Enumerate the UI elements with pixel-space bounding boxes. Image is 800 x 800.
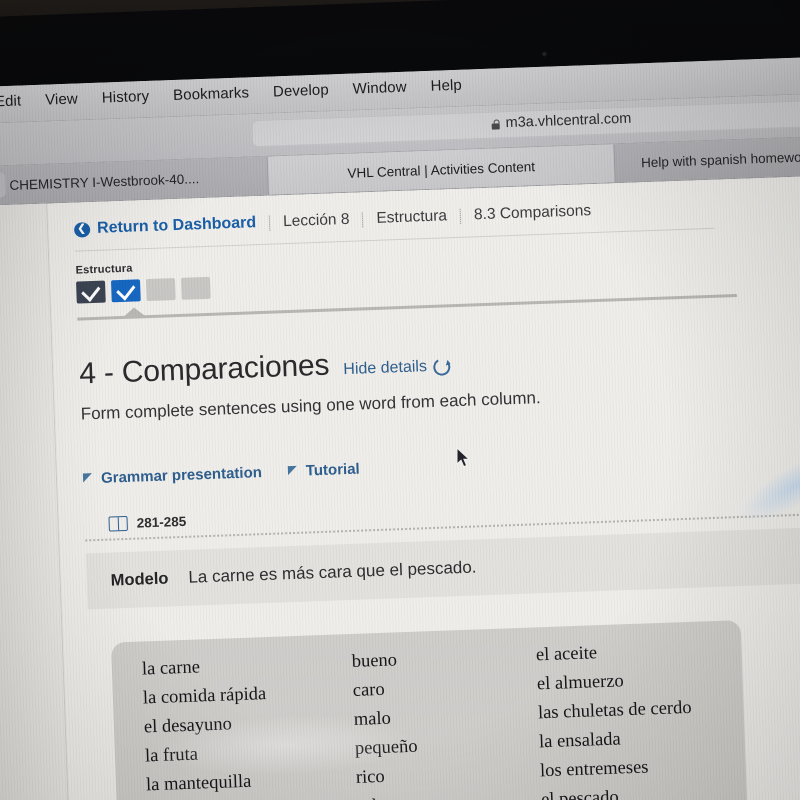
- breadcrumb-separator: [362, 211, 364, 227]
- page-title: 4 - Comparaciones: [78, 348, 330, 391]
- photo-of-laptop-screen: e Edit View History Bookmarks Develop Wi…: [0, 0, 800, 800]
- grammar-presentation-link[interactable]: Grammar presentation: [83, 464, 262, 487]
- return-to-dashboard-link[interactable]: ❮ Return to Dashboard: [73, 214, 257, 239]
- grammar-presentation-label: Grammar presentation: [100, 464, 263, 487]
- progress-step-1[interactable]: [76, 279, 106, 304]
- word-bank: la carne la comida rápida el desayuno la…: [110, 620, 748, 800]
- browser-window: e Edit View History Bookmarks Develop Wi…: [0, 55, 800, 800]
- menu-item-help[interactable]: Help: [430, 77, 462, 95]
- menu-item-develop[interactable]: Develop: [273, 81, 329, 100]
- word-column-1: la carne la comida rápida el desayuno la…: [111, 649, 327, 800]
- page-body: ❮ Return to Dashboard Lección 8 Estructu…: [0, 174, 800, 800]
- tab-help-with-spanish-homework[interactable]: Help with spanish homework: [614, 135, 800, 183]
- check-icon: [116, 278, 136, 301]
- arrow-icon: [288, 466, 299, 477]
- progress-step-4[interactable]: [180, 276, 211, 300]
- sidebar-toggle-button[interactable]: [0, 172, 6, 199]
- breadcrumb-separator: [459, 208, 462, 224]
- tutorial-label: Tutorial: [305, 460, 360, 480]
- word-column-3: el aceite el almuerzo las chuletas de ce…: [505, 634, 747, 800]
- modelo-row: Modelo La carne es más cara que el pesca…: [85, 526, 800, 610]
- menu-item-edit[interactable]: Edit: [0, 92, 22, 110]
- modelo-example-text: La carne es más cara que el pescado.: [188, 557, 477, 587]
- lock-icon: [491, 119, 499, 129]
- check-icon: [81, 279, 101, 302]
- menu-item-bookmarks[interactable]: Bookmarks: [173, 84, 249, 104]
- reset-icon: [430, 356, 452, 378]
- menu-item-window[interactable]: Window: [352, 79, 407, 98]
- menu-item-history[interactable]: History: [102, 88, 150, 107]
- back-circle-icon: ❮: [73, 221, 91, 238]
- breadcrumb-leccion[interactable]: Lección 8: [283, 211, 350, 231]
- hide-details-button[interactable]: Hide details: [343, 356, 452, 379]
- modelo-label: Modelo: [110, 569, 169, 590]
- divider-notch: [122, 307, 146, 317]
- page-reference-label: 281-285: [136, 513, 187, 531]
- webcam: [541, 51, 548, 57]
- menu-item-view[interactable]: View: [45, 90, 78, 108]
- progress-step-2[interactable]: [110, 278, 141, 303]
- hide-details-label: Hide details: [343, 358, 428, 379]
- return-to-dashboard-label: Return to Dashboard: [96, 214, 257, 237]
- resource-links: Grammar presentation Tutorial: [83, 443, 800, 488]
- book-icon: [108, 515, 128, 532]
- word-column-2: bueno caro malo pequeño rico sabroso: [321, 642, 511, 800]
- progress-step-3[interactable]: [145, 278, 176, 302]
- page-content: ❮ Return to Dashboard Lección 8 Estructu…: [47, 174, 800, 800]
- breadcrumb-comparisons[interactable]: 8.3 Comparisons: [474, 202, 592, 224]
- arrow-icon: [83, 473, 94, 484]
- breadcrumb-separator: [268, 215, 271, 231]
- breadcrumb-estructura[interactable]: Estructura: [376, 207, 447, 228]
- tutorial-link[interactable]: Tutorial: [288, 461, 360, 481]
